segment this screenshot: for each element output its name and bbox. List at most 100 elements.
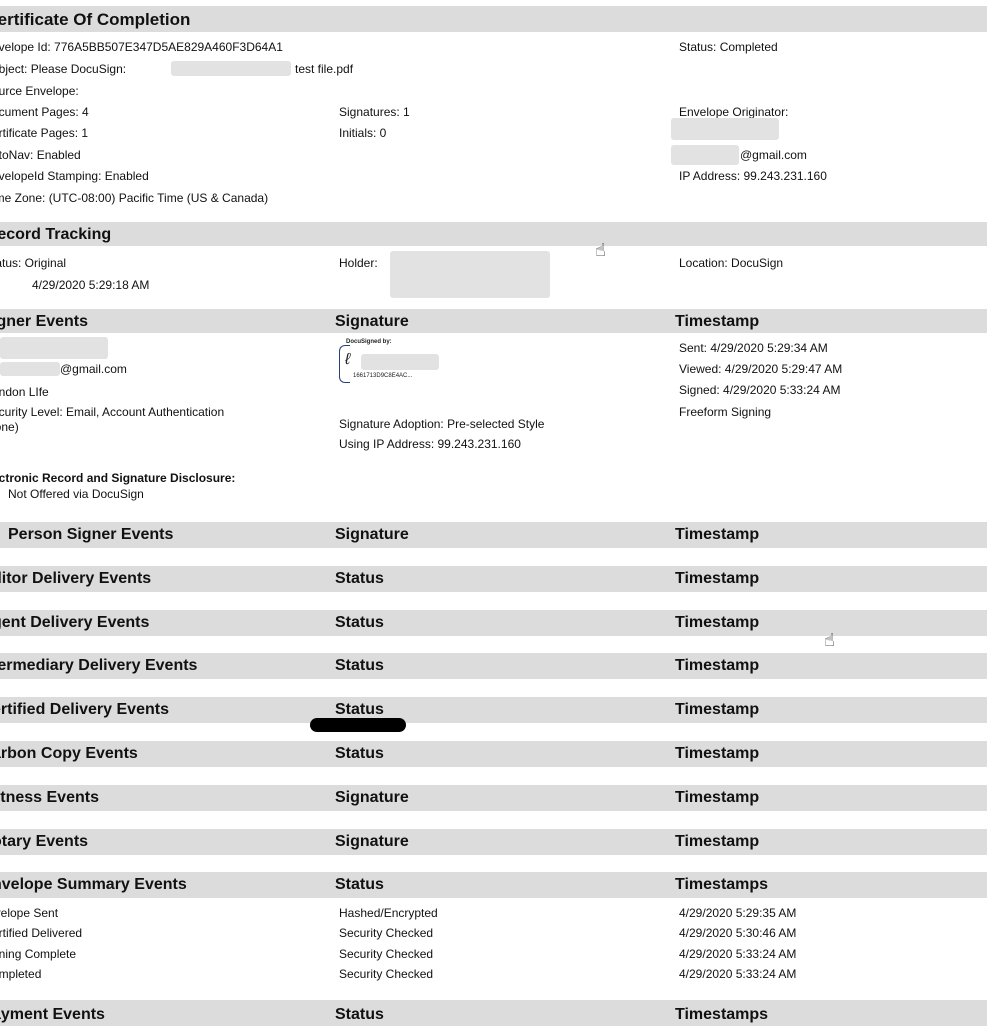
envelope-id: nvelope Id: 776A5BB507E347D5AE829A460F3D…	[0, 40, 283, 54]
disclosure-value: Not Offered via DocuSign	[8, 487, 144, 501]
summary-event: ompleted	[0, 967, 42, 981]
record-tracking-title: :ecord Tracking	[0, 226, 112, 243]
section-mid-header: Signature	[335, 526, 409, 543]
section-right-header: Timestamp	[675, 745, 760, 762]
redacted-originator-name	[671, 118, 779, 140]
section-title: Person Signer Events	[8, 526, 174, 543]
document-pages: ocument Pages: 4	[0, 105, 89, 119]
signer-signed-time: Signed: 4/29/2020 5:33:24 AM	[679, 383, 841, 397]
signer-sent-time: Sent: 4/29/2020 5:29:34 AM	[679, 341, 828, 355]
payment-events-title: ayment Events	[0, 1006, 105, 1023]
redacted-subject	[171, 61, 291, 76]
certificate-pages: ertificate Pages: 1	[0, 126, 89, 140]
record-date: 4/29/2020 5:29:18 AM	[32, 278, 150, 292]
signature-hash: 1661713D9C8E4AC...	[353, 373, 413, 379]
signature-ip: Using IP Address: 99.243.231.160	[339, 437, 521, 451]
section-mid-header: Status	[335, 701, 384, 718]
section-right-header: Timestamp	[675, 789, 760, 806]
section-right-header: Timestamps	[675, 876, 769, 893]
summary-time: 4/29/2020 5:30:46 AM	[679, 926, 797, 940]
section-right-header: Timestamp	[675, 570, 760, 587]
signer-security-level: ecurity Level: Email, Account Authentica…	[0, 405, 225, 419]
signer-timestamp-header: Timestamp	[675, 313, 760, 330]
section-right-header: Timestamp	[675, 614, 760, 631]
section-title: ditor Delivery Events	[0, 570, 152, 587]
redacted-signer-email	[0, 362, 60, 376]
signature-mark: ℓ	[345, 351, 351, 368]
hand-cursor-icon: ☝	[595, 240, 606, 260]
envelope-stamping: nvelopeId Stamping: Enabled	[0, 169, 149, 183]
payment-status-header: Status	[335, 1006, 384, 1023]
signer-row-divider	[0, 452, 987, 458]
initials-count: Initials: 0	[339, 126, 387, 140]
time-zone: ime Zone: (UTC-08:00) Pacific Time (US &…	[0, 191, 269, 205]
section-bar: ertified Delivery Events Status Timestamp	[0, 697, 987, 723]
summary-status: Security Checked	[339, 967, 434, 981]
summary-status: Security Checked	[339, 947, 434, 961]
section-mid-header: Signature	[335, 833, 409, 850]
section-bar: otary Events Signature Timestamp	[0, 829, 987, 855]
section-title: 'itness Events	[0, 789, 99, 806]
section-bar: arbon Copy Events Status Timestamp	[0, 741, 987, 767]
payment-events-bar: ayment Events Status Timestamps	[0, 1000, 987, 1026]
signer-events-bar: igner Events Signature Timestamp	[0, 309, 987, 333]
section-right-header: Timestamp	[675, 526, 760, 543]
section-mid-header: Status	[335, 614, 384, 631]
envelope-subject: ubject: Please DocuSign:	[0, 62, 127, 76]
section-right-header: Timestamp	[675, 701, 760, 718]
section-title: ertified Delivery Events	[0, 701, 169, 718]
originator-ip: IP Address: 99.243.231.160	[679, 169, 827, 183]
signer-company: ondon LIfe	[0, 385, 49, 399]
freeform-signing: Freeform Signing	[679, 405, 772, 419]
docusign-signature-box: DocuSigned by: ℓ 1661713D9C8E4AC...	[339, 339, 459, 383]
summary-time: 4/29/2020 5:33:24 AM	[679, 947, 797, 961]
summary-time: 4/29/2020 5:29:35 AM	[679, 906, 797, 920]
section-mid-header: Status	[335, 876, 384, 893]
redacted-signature	[361, 354, 439, 370]
record-status: tatus: Original	[0, 256, 67, 270]
section-title: otary Events	[0, 833, 89, 850]
section-title: gent Delivery Events	[0, 614, 150, 631]
signer-email: @gmail.com	[60, 362, 127, 376]
envelope-subject-file: test file.pdf	[295, 62, 354, 76]
signer-signature-header: Signature	[335, 313, 409, 330]
disclosure-title: ectronic Record and Signature Disclosure…	[0, 471, 236, 485]
source-envelope: ource Envelope:	[0, 84, 79, 98]
holder-label: Holder:	[339, 256, 378, 270]
record-tracking-bar: :ecord Tracking	[0, 222, 987, 246]
section-mid-header: Status	[335, 745, 384, 762]
docusigned-by-label: DocuSigned by:	[345, 339, 393, 345]
section-right-header: Timestamp	[675, 657, 760, 674]
payment-timestamps-header: Timestamps	[675, 1006, 769, 1023]
summary-event: ertified Delivered	[0, 926, 83, 940]
section-bar: Person Signer Events Signature Timestamp	[0, 522, 987, 548]
section-bar: termediary Delivery Events Status Timestam…	[0, 653, 987, 679]
summary-event: gning Complete	[0, 947, 77, 961]
signer-security-level-cont: lone)	[0, 420, 19, 434]
redacted-originator-email	[671, 145, 739, 165]
originator-email: @gmail.com	[740, 148, 807, 162]
section-bar: nvelope Summary Events Status Timestamps	[0, 872, 987, 898]
redaction-mark	[310, 718, 406, 732]
summary-status: Security Checked	[339, 926, 434, 940]
section-bar: 'itness Events Signature Timestamp	[0, 785, 987, 811]
redacted-holder	[390, 251, 550, 298]
summary-status: Hashed/Encrypted	[339, 906, 438, 920]
summary-event: ivelope Sent	[0, 906, 59, 920]
originator-label: Envelope Originator:	[679, 105, 789, 119]
record-location: Location: DocuSign	[679, 256, 784, 270]
signature-adoption: Signature Adoption: Pre-selected Style	[339, 417, 545, 431]
section-mid-header: Status	[335, 570, 384, 587]
certificate-page: :ertificate Of Completion nvelope Id: 77…	[0, 0, 987, 1026]
certificate-header-bar: :ertificate Of Completion	[0, 6, 987, 32]
section-mid-header: Signature	[335, 789, 409, 806]
hand-cursor-icon-2: ☝	[824, 630, 835, 650]
redacted-signer-name	[0, 337, 108, 359]
section-right-header: Timestamp	[675, 833, 760, 850]
section-mid-header: Status	[335, 657, 384, 674]
section-title: arbon Copy Events	[0, 745, 138, 762]
autonav: utoNav: Enabled	[0, 148, 81, 162]
section-title: nvelope Summary Events	[0, 876, 187, 893]
signer-events-title: igner Events	[0, 313, 89, 330]
signer-viewed-time: Viewed: 4/29/2020 5:29:47 AM	[679, 362, 843, 376]
